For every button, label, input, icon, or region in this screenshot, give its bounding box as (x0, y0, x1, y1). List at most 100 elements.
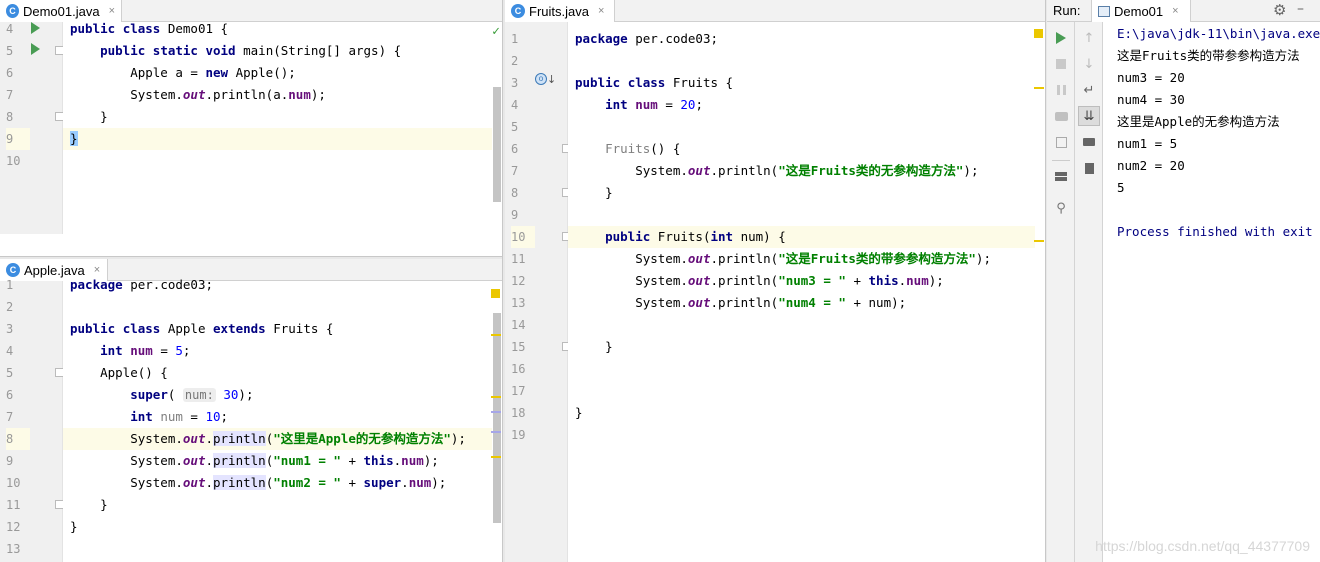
code-token-stat: out (182, 87, 206, 102)
code-line[interactable]: package per.code03; (568, 28, 1045, 50)
code-line[interactable] (568, 204, 1045, 226)
code-line[interactable] (63, 150, 502, 172)
print-icon[interactable] (1081, 134, 1097, 150)
code-token: + (845, 273, 869, 288)
code-line[interactable]: super( num: 30); (63, 384, 502, 406)
code-line[interactable]: public class Fruits { (568, 72, 1045, 94)
scrollbar[interactable] (492, 22, 502, 234)
close-tab-icon[interactable]: × (598, 5, 604, 17)
demo01-editor[interactable]: C Demo01.java × 4 5 6 7 8 9 10 public class De… (0, 0, 502, 234)
warning-mark[interactable] (1034, 87, 1044, 89)
pin-icon[interactable]: ⚲ (1053, 200, 1069, 216)
code-line[interactable]: System.out.println("num3 = " + this.num)… (568, 270, 1045, 292)
line-number: 1 (511, 32, 519, 46)
code-line[interactable] (568, 314, 1045, 336)
usage-mark[interactable] (491, 411, 501, 413)
code-area[interactable]: public class Demo01 { public static void… (63, 21, 502, 234)
scroll-to-end-icon[interactable]: ⇊ (1078, 106, 1100, 126)
camera-icon[interactable] (1053, 108, 1069, 124)
down-arrow-icon[interactable]: ↓ (1081, 56, 1097, 72)
pause-icon[interactable] (1053, 82, 1069, 98)
up-arrow-icon[interactable]: ↑ (1081, 30, 1097, 46)
line-gutter: 1 2 3 4 5 6 7 8 9 10 11 12 13 (0, 278, 64, 562)
fruits-editor[interactable]: C Fruits.java × 1 2 3 4 5 6 7 8 9 10 11 12 13 14 15 16 1… (505, 0, 1045, 562)
run-icon[interactable] (1053, 30, 1069, 46)
code-line[interactable]: Apple a = new Apple(); (63, 62, 502, 84)
soft-wrap-icon[interactable]: ↵ (1081, 82, 1097, 98)
code-line[interactable] (568, 424, 1045, 446)
code-line[interactable]: Apple() { (63, 362, 502, 384)
implemented-arrow-icon[interactable]: ↓ (547, 73, 556, 86)
line-number: 2 (511, 54, 519, 68)
code-line[interactable]: } (568, 182, 1045, 204)
code-line[interactable] (568, 380, 1045, 402)
run-gutter-icon[interactable] (31, 43, 40, 55)
stop-icon[interactable] (1053, 56, 1069, 72)
code-line[interactable]: } (63, 494, 502, 516)
run-gutter-icon[interactable] (31, 22, 40, 34)
code-line[interactable]: System.out.println("num4 = " + num); (568, 292, 1045, 314)
code-line[interactable]: } (63, 516, 502, 538)
code-line[interactable]: } (63, 106, 502, 128)
code-line[interactable]: Fruits() { (568, 138, 1045, 160)
line-number: 19 (511, 428, 526, 442)
code-line[interactable]: System.out.println(a.num); (63, 84, 502, 106)
override-gutter-icon[interactable]: o (535, 73, 547, 85)
warning-square-icon[interactable] (1034, 29, 1043, 38)
code-line[interactable]: System.out.println("这是Fruits类的无参构造方法"); (568, 160, 1045, 182)
code-line[interactable]: int num = 20; (568, 94, 1045, 116)
code-line[interactable]: int num = 5; (63, 340, 502, 362)
code-line[interactable] (63, 538, 502, 560)
code-area[interactable]: package per.code03; public class Apple ex… (63, 277, 502, 562)
code-line[interactable] (568, 116, 1045, 138)
code-line[interactable]: int num = 10; (63, 406, 502, 428)
minimize-icon[interactable]: – (1297, 1, 1304, 17)
line-number: 16 (511, 362, 526, 376)
scrollbar[interactable] (1034, 22, 1045, 562)
code-line[interactable]: System.out.println("num1 = " + this.num)… (63, 450, 502, 472)
apple-editor[interactable]: C Apple.java × 1 2 3 4 5 6 7 8 9 10 11 12 13 package… (0, 259, 502, 562)
code-token: ; (695, 97, 703, 112)
code-line[interactable]: } (568, 336, 1045, 358)
code-token: System. (575, 163, 688, 178)
tab-run-demo01[interactable]: Demo01 × (1091, 0, 1191, 22)
warning-mark[interactable] (491, 334, 501, 336)
code-line[interactable]: } (568, 402, 1045, 424)
line-number: 5 (6, 366, 14, 380)
code-line[interactable]: System.out.println("num2 = " + super.num… (63, 472, 502, 494)
warning-mark[interactable] (491, 396, 501, 398)
code-line[interactable] (568, 50, 1045, 72)
code-line[interactable]: public static void main(String[] args) { (63, 40, 502, 62)
layout-icon[interactable] (1053, 168, 1069, 184)
code-line[interactable]: } (63, 128, 502, 150)
close-tab-icon[interactable]: × (109, 5, 115, 17)
code-line[interactable]: System.out.println("这里是Apple的无参构造方法"); (63, 428, 502, 450)
usage-mark[interactable] (491, 431, 501, 433)
warning-mark[interactable] (1034, 240, 1044, 242)
code-token: System. (70, 431, 183, 446)
code-token-str: "这是Fruits类的无参构造方法" (778, 163, 964, 178)
console-output[interactable]: E:\java\jdk-11\bin\java.exe " 这是Fruits类的带… (1104, 22, 1320, 562)
warning-square-icon[interactable] (491, 289, 500, 298)
code-area[interactable]: package per.code03; public class Fruits {… (568, 22, 1045, 562)
line-number: 7 (511, 164, 519, 178)
code-token-stat: out (687, 273, 711, 288)
code-line[interactable] (63, 296, 502, 318)
code-line[interactable]: System.out.println("这是Fruits类的带参参构造方法"); (568, 248, 1045, 270)
close-tab-icon[interactable]: × (1172, 5, 1178, 17)
code-line[interactable]: public Fruits(int num) { (568, 226, 1045, 248)
scrollbar-thumb[interactable] (493, 87, 501, 202)
code-token-stat: out (687, 163, 711, 178)
code-token-str: "这是Fruits类的带参参构造方法" (778, 251, 976, 266)
code-line[interactable] (568, 358, 1045, 380)
code-line[interactable]: package per.code03; (63, 274, 502, 296)
trash-icon[interactable] (1081, 160, 1097, 176)
code-line[interactable]: public class Demo01 { (63, 18, 502, 40)
gear-icon[interactable]: ⚙ (1273, 1, 1286, 19)
tab-fruits[interactable]: C Fruits.java × (505, 0, 615, 22)
scrollbar-thumb[interactable] (493, 313, 501, 523)
exit-icon[interactable] (1053, 134, 1069, 150)
warning-mark[interactable] (491, 456, 501, 458)
code-line[interactable]: public class Apple extends Fruits { (63, 318, 502, 340)
scrollbar[interactable] (491, 281, 502, 562)
